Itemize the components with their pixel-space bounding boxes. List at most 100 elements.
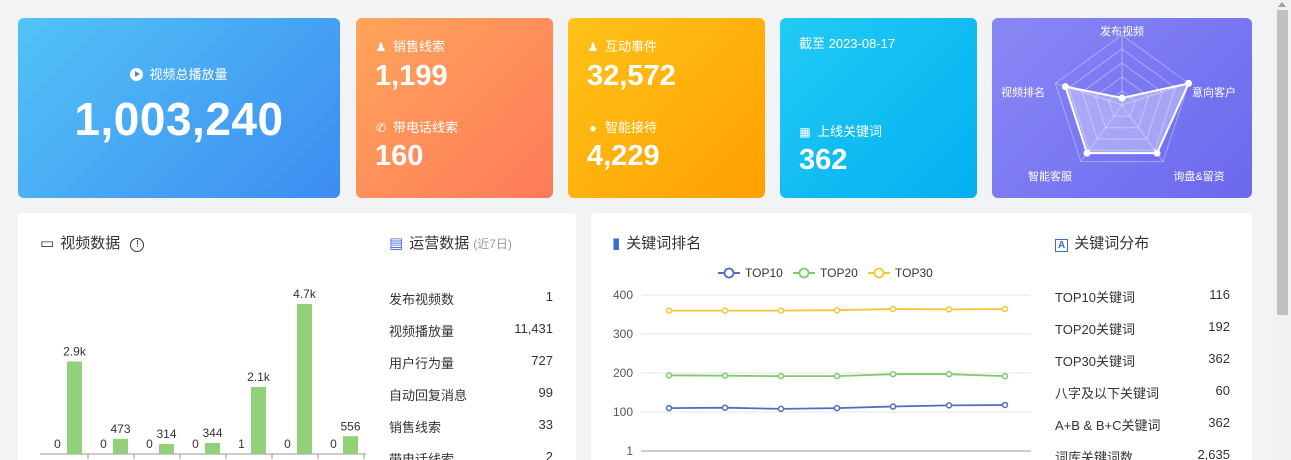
bar-value-label: 344 <box>202 426 222 440</box>
series-point[interactable] <box>777 372 785 380</box>
video-icon: ▭ <box>40 235 55 252</box>
video-bar-chart: 02.9k04730314034412.1k04.7k0556 <box>40 287 366 459</box>
total-views-label: 视频总播放量 <box>149 67 228 82</box>
kw-value: 362 <box>1208 415 1230 430</box>
page-scrollbar[interactable] <box>1274 0 1291 460</box>
series-point[interactable] <box>665 404 673 412</box>
bar-value-label: 2.9k <box>63 344 87 358</box>
bar-value-label: 2.1k <box>247 370 271 384</box>
radar-point <box>1153 149 1161 157</box>
series-point[interactable] <box>1001 372 1009 380</box>
bar-value-label: 0 <box>54 437 61 451</box>
series-point[interactable] <box>721 404 729 411</box>
radar-point <box>1185 79 1193 87</box>
total-views-label-wrap: 视频总播放量 <box>18 64 340 83</box>
bar-chart-icon: ▮ <box>612 235 621 252</box>
bar-series-1[interactable] <box>159 443 174 454</box>
ops-value: 1 <box>545 289 553 304</box>
total-views-value: 1,003,240 <box>74 93 284 145</box>
series-point[interactable] <box>665 372 673 379</box>
ops-value: 11,431 <box>514 321 553 336</box>
series-point[interactable] <box>833 404 841 412</box>
series-point[interactable] <box>721 372 729 379</box>
list-item: 用户行为量 727 <box>389 353 553 385</box>
list-item: 带电话线索 2 <box>389 449 553 460</box>
radar-point <box>1083 149 1091 157</box>
ops-label: 销售线索 <box>389 420 442 435</box>
series-point[interactable] <box>665 307 673 314</box>
series-point[interactable] <box>777 307 785 314</box>
list-item: 销售线索 33 <box>389 417 553 449</box>
bar-value-label: 0 <box>146 437 153 451</box>
series-point[interactable] <box>777 405 785 413</box>
play-icon <box>130 68 144 81</box>
series-point[interactable] <box>889 370 897 378</box>
y-tick-label: 100 <box>613 405 633 419</box>
as-of-date: 截至 2023-08-17 <box>799 36 896 51</box>
series-point[interactable] <box>945 306 953 313</box>
series-point[interactable] <box>889 403 897 410</box>
info-icon[interactable]: ! <box>130 238 145 252</box>
series-point[interactable] <box>945 370 953 378</box>
kw-value: 362 <box>1208 351 1230 366</box>
bar-series-1[interactable] <box>297 304 312 454</box>
bar-value-label: 314 <box>156 427 176 441</box>
series-point[interactable] <box>889 305 897 313</box>
sales-leads-value: 1,199 <box>375 60 448 92</box>
bar-series-1[interactable] <box>113 438 128 454</box>
radar-area <box>1063 81 1191 155</box>
series-point[interactable] <box>833 372 841 380</box>
ops-label: 视频播放量 <box>389 324 455 339</box>
kw-panel-title: 关键词分布 <box>1074 235 1150 252</box>
list-item: 发布视频数 1 <box>389 289 553 321</box>
legend-label[interactable]: TOP30 <box>895 266 933 280</box>
y-tick-label: 1 <box>626 444 633 458</box>
bar-value-label: 0 <box>100 437 107 451</box>
phone-icon: ✆ <box>375 121 387 135</box>
legend-marker[interactable] <box>873 267 885 279</box>
series-point[interactable] <box>1001 305 1009 313</box>
scroll-up-arrow-icon[interactable] <box>1278 2 1286 7</box>
interactions-label-wrap: ♟ 互动事件 <box>587 36 657 55</box>
ops-value: 727 <box>531 353 553 368</box>
users-icon: ♟ <box>587 40 599 54</box>
series-point[interactable] <box>721 307 729 314</box>
bar-series-1[interactable] <box>343 436 358 454</box>
kw-value: 2,635 <box>1197 447 1230 460</box>
bar-series-1[interactable] <box>251 386 266 454</box>
list-item: A+B & B+C关键词 362 <box>1055 415 1230 447</box>
series-point[interactable] <box>945 402 953 409</box>
legend-label[interactable]: TOP10 <box>745 266 783 280</box>
list-item: 视频播放量 11,431 <box>389 321 553 353</box>
series-point[interactable] <box>1001 401 1009 409</box>
bar-value-label: 473 <box>110 422 130 436</box>
rank-panel-title-wrap: ▮ 关键词排名 <box>612 232 701 253</box>
keyword-icon: ▦ <box>799 125 811 139</box>
video-panel-title: 视频数据 <box>60 235 121 252</box>
series-point[interactable] <box>833 306 841 314</box>
bar-series-1[interactable] <box>67 361 82 454</box>
radar-point <box>1061 83 1069 91</box>
scrollbar-thumb[interactable] <box>1277 10 1288 315</box>
online-keywords-label: 上线关键词 <box>817 124 883 139</box>
rank-legend: TOP10 TOP20 TOP30 <box>718 266 933 280</box>
legend-marker[interactable] <box>723 267 735 279</box>
radar-axis-label-0: 发布视频 <box>1100 24 1144 38</box>
list-item: TOP20关键词 192 <box>1055 319 1230 351</box>
legend-marker[interactable] <box>798 267 810 279</box>
y-tick-label: 300 <box>613 327 633 341</box>
bar-series-1[interactable] <box>205 443 220 454</box>
radar-point <box>1118 94 1126 102</box>
smart-reception-value: 4,229 <box>587 140 660 172</box>
ops-label: 自动回复消息 <box>389 388 468 403</box>
phone-leads-label-wrap: ✆ 带电话线索 <box>375 117 458 136</box>
kw-label: TOP30关键词 <box>1055 354 1135 369</box>
sales-leads-label: 销售线索 <box>393 39 446 54</box>
keyword-card: 截至 2023-08-17 ▦ 上线关键词 362 <box>780 18 977 198</box>
interaction-card: ♟ 互动事件 32,572 ● 智能接待 4,229 <box>568 18 765 198</box>
phone-leads-label: 带电话线索 <box>393 120 459 135</box>
interactions-label: 互动事件 <box>605 39 658 54</box>
bar-value-label: 0 <box>192 437 199 451</box>
bar-value-label: 0 <box>284 437 291 451</box>
legend-label[interactable]: TOP20 <box>820 266 858 280</box>
